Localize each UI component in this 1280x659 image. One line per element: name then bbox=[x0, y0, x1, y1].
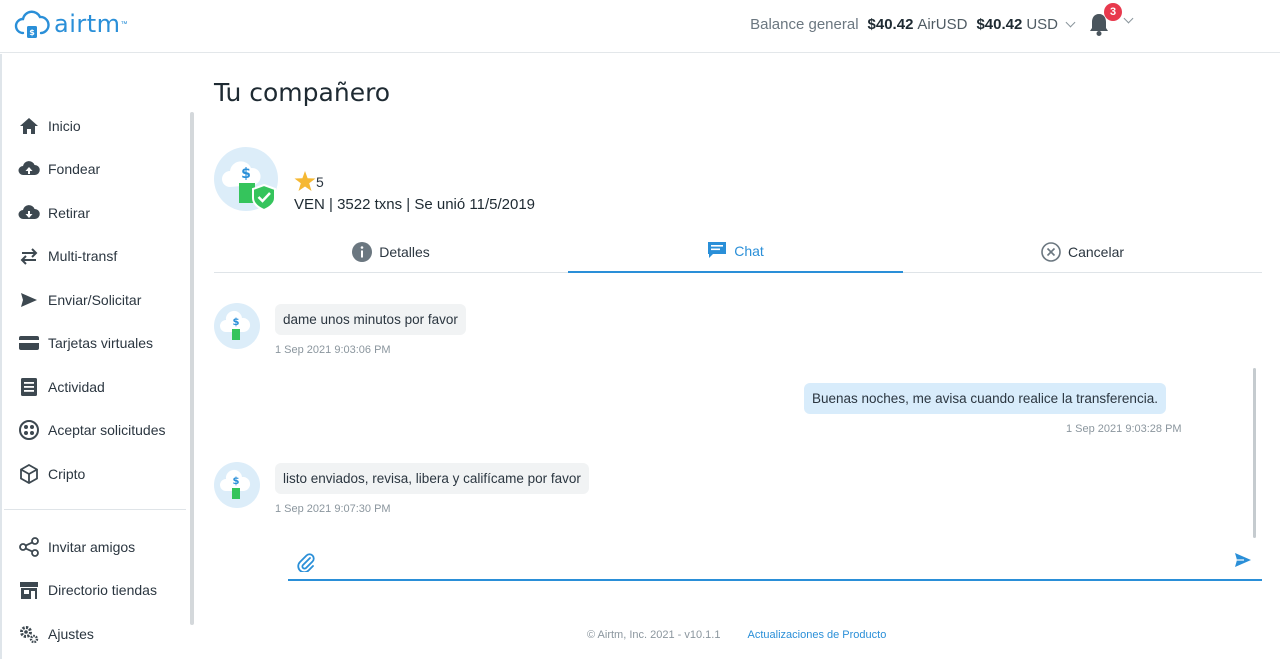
close-circle-icon bbox=[1041, 241, 1061, 262]
chevron-down-icon[interactable] bbox=[1123, 13, 1134, 24]
chat-bubble-icon bbox=[707, 241, 727, 260]
credit-card-icon bbox=[18, 332, 40, 354]
sidebar-item-label: Tarjetas virtuales bbox=[48, 335, 154, 352]
send-icon bbox=[18, 289, 40, 311]
chevron-down-icon[interactable] bbox=[1065, 17, 1076, 28]
sidebar-item-label: Aceptar solicitudes bbox=[48, 422, 166, 439]
cloud-download-icon bbox=[18, 202, 40, 224]
partner-message-avatar: $ bbox=[214, 303, 260, 349]
share-icon bbox=[18, 536, 40, 558]
sidebar-item-directorio-tiendas[interactable]: Directorio tiendas bbox=[18, 569, 157, 613]
chat-message-in: dame unos minutos por favor bbox=[275, 304, 466, 335]
svg-text:$: $ bbox=[233, 317, 240, 328]
partner-message-avatar: $ bbox=[214, 462, 260, 508]
home-icon bbox=[18, 115, 40, 137]
balance-airusd-amount: $40.42 bbox=[867, 16, 914, 33]
sidebar-item-label: Directorio tiendas bbox=[48, 582, 157, 599]
sidebar-scrollbar[interactable] bbox=[190, 112, 194, 625]
balance-airusd-currency: AirUSD bbox=[917, 16, 968, 33]
message-timestamp: 1 Sep 2021 9:03:28 PM bbox=[1066, 423, 1182, 435]
partner-tabs: Detalles Chat Cancelar bbox=[214, 230, 1262, 273]
send-message-icon[interactable] bbox=[1234, 552, 1252, 568]
sidebar-item-multi-transf[interactable]: Multi-transf bbox=[18, 235, 166, 279]
sidebar-item-actividad[interactable]: Actividad bbox=[18, 365, 166, 409]
message-timestamp: 1 Sep 2021 9:03:06 PM bbox=[275, 344, 391, 356]
logo-wordmark: airtm bbox=[54, 10, 121, 38]
sidebar-item-enviar-solicitar[interactable]: Enviar/Solicitar bbox=[18, 278, 166, 322]
notification-badge: 3 bbox=[1104, 3, 1122, 21]
sidebar: Inicio Fondear Retirar Multi-transf Envi… bbox=[0, 54, 198, 659]
tab-label: Detalles bbox=[379, 243, 430, 260]
message-timestamp: 1 Sep 2021 9:07:30 PM bbox=[275, 503, 391, 515]
chat-message-input[interactable] bbox=[328, 551, 1208, 573]
partner-info: VEN | 3522 txns | Se unió 11/5/2019 bbox=[294, 196, 536, 213]
sidebar-secondary-nav: Invitar amigos Directorio tiendas Ajuste… bbox=[18, 525, 157, 656]
document-list-icon bbox=[18, 376, 40, 398]
sidebar-item-label: Enviar/Solicitar bbox=[48, 291, 142, 308]
sidebar-divider bbox=[4, 509, 186, 510]
sidebar-item-invitar-amigos[interactable]: Invitar amigos bbox=[18, 525, 157, 569]
svg-text:$: $ bbox=[233, 476, 240, 487]
sidebar-nav: Inicio Fondear Retirar Multi-transf Envi… bbox=[18, 104, 166, 496]
gears-icon bbox=[18, 623, 40, 645]
sidebar-item-retirar[interactable]: Retirar bbox=[18, 191, 166, 235]
tab-cancel[interactable]: Cancelar bbox=[903, 230, 1262, 273]
sidebar-item-label: Retirar bbox=[48, 204, 91, 221]
sidebar-item-label: Multi-transf bbox=[48, 248, 118, 265]
svg-text:$: $ bbox=[241, 166, 251, 182]
cloud-upload-icon bbox=[18, 158, 40, 180]
cube-icon bbox=[18, 463, 40, 485]
sidebar-item-label: Invitar amigos bbox=[48, 538, 136, 555]
tab-label: Chat bbox=[734, 242, 764, 259]
page-title: Tu compañero bbox=[214, 78, 391, 107]
chat-message-out: Buenas noches, me avisa cuando realice l… bbox=[804, 383, 1166, 414]
sidebar-item-label: Ajustes bbox=[48, 625, 94, 642]
footer: © Airtm, Inc. 2021 - v10.1.1 Actualizaci… bbox=[587, 629, 886, 641]
balance-summary[interactable]: Balance general $40.42 AirUSD $40.42 USD bbox=[750, 16, 1076, 33]
sidebar-item-label: Inicio bbox=[48, 117, 81, 134]
sidebar-item-cripto[interactable]: Cripto bbox=[18, 452, 166, 496]
partner-avatar: $ bbox=[214, 147, 278, 211]
tab-details[interactable]: Detalles bbox=[214, 230, 568, 273]
footer-copyright: © Airtm, Inc. 2021 - v10.1.1 bbox=[587, 629, 721, 641]
tab-label: Cancelar bbox=[1067, 243, 1125, 260]
sidebar-item-label: Cripto bbox=[48, 465, 86, 482]
logo-trademark: ™ bbox=[120, 20, 128, 28]
rating-value: 5 bbox=[316, 173, 324, 190]
info-icon bbox=[352, 241, 373, 262]
sidebar-item-tarjetas-virtuales[interactable]: Tarjetas virtuales bbox=[18, 322, 166, 366]
chat-scrollbar[interactable] bbox=[1253, 368, 1256, 538]
swap-arrows-icon bbox=[18, 245, 40, 267]
sidebar-item-inicio[interactable]: Inicio bbox=[18, 104, 166, 148]
sidebar-item-fondear[interactable]: Fondear bbox=[18, 148, 166, 192]
sidebar-item-ajustes[interactable]: Ajustes bbox=[18, 612, 157, 656]
airtm-logo[interactable]: $ airtm ™ bbox=[14, 9, 128, 39]
store-icon bbox=[18, 579, 40, 601]
svg-text:$: $ bbox=[29, 28, 35, 37]
product-updates-link[interactable]: Actualizaciones de Producto bbox=[748, 629, 887, 641]
balance-usd-amount: $40.42 bbox=[976, 16, 1023, 33]
star-icon bbox=[294, 171, 316, 191]
balance-usd-currency: USD bbox=[1026, 16, 1058, 33]
top-bar: $ airtm ™ Balance general $40.42 AirUSD $… bbox=[0, 0, 1280, 53]
balance-label: Balance general bbox=[750, 16, 859, 33]
cloud-logo-icon: $ bbox=[14, 10, 50, 38]
tab-chat[interactable]: Chat bbox=[568, 230, 903, 273]
paperclip-icon[interactable] bbox=[297, 552, 315, 572]
message-composer bbox=[288, 543, 1262, 581]
sidebar-item-label: Actividad bbox=[48, 378, 105, 395]
grid-circle-icon bbox=[18, 419, 40, 441]
sidebar-item-label: Fondear bbox=[48, 161, 101, 178]
sidebar-item-aceptar-solicitudes[interactable]: Aceptar solicitudes bbox=[18, 409, 166, 453]
chat-message-in: listo enviados, revisa, libera y califíc… bbox=[275, 463, 589, 494]
partner-rating: 5 bbox=[294, 171, 324, 192]
